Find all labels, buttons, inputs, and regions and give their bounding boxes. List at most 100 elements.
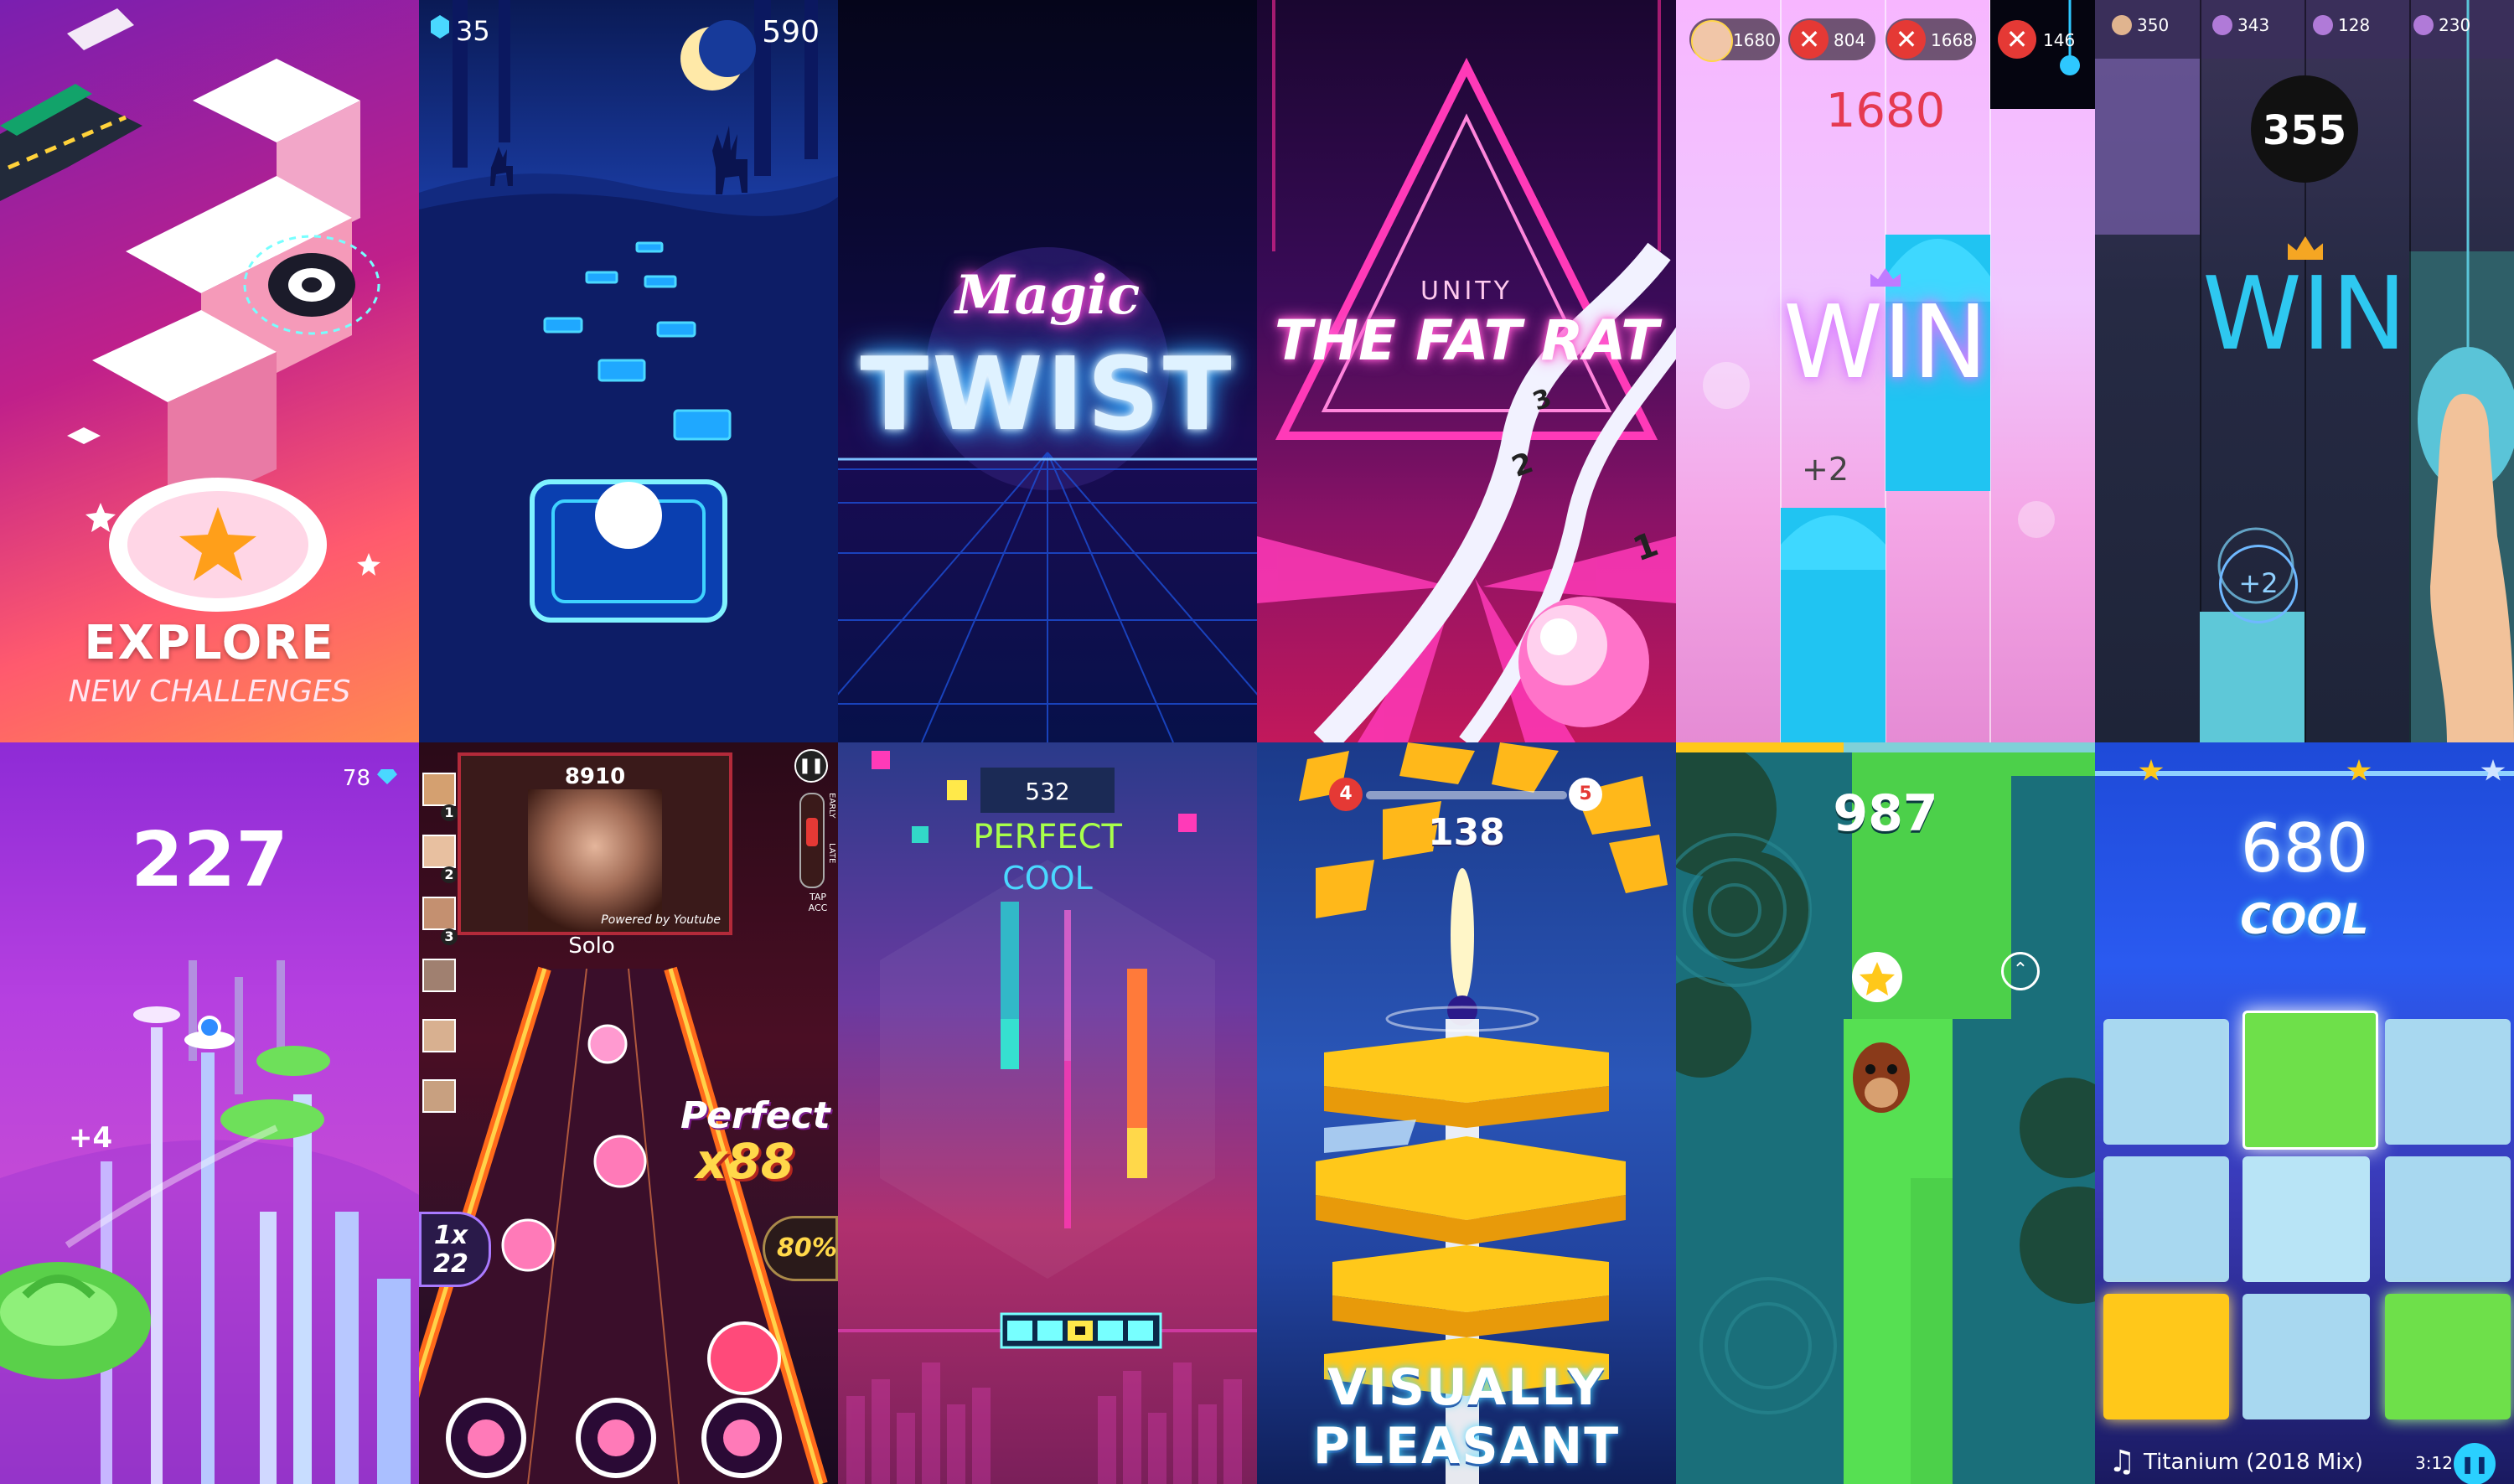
score: 138 <box>1428 811 1505 854</box>
score: 355 <box>2262 107 2347 154</box>
tile-beat-fire: 8910 Powered by Youtube Solo 1 2 3 ❚❚ EA… <box>419 742 838 1484</box>
avatar <box>422 959 456 992</box>
perfect-label: PERFECT <box>973 818 1122 856</box>
close-icon: ✕ <box>1998 20 2036 59</box>
bonus-label: +2 <box>2238 567 2279 599</box>
magic-word: Magic <box>954 264 1141 327</box>
grade-label: COOL <box>2240 895 2369 944</box>
avatar <box>2313 15 2333 35</box>
timing-indicator <box>806 818 818 846</box>
avatar <box>422 773 456 806</box>
player-score: 350 <box>2137 15 2170 35</box>
pleasant-title: PLEASANT <box>1312 1417 1621 1476</box>
pad-active[interactable] <box>2103 1294 2229 1419</box>
cool-label: COOL <box>1002 860 1093 897</box>
level-progress-bar <box>1366 791 1567 799</box>
avatar <box>2112 15 2132 35</box>
video-frame: 8910 Powered by Youtube <box>458 752 732 935</box>
explore-subtitle: NEW CHALLENGES <box>68 675 351 709</box>
visually-title: VISUALLY <box>1327 1358 1606 1417</box>
score: 532 <box>1025 778 1070 805</box>
combo-label: x88 <box>696 1133 795 1190</box>
moon-icon <box>680 20 756 90</box>
tile-piano-dark: 350 343 128 230 355 WIN +2 <box>2095 0 2514 742</box>
multiplier-label: 1x <box>433 1221 468 1250</box>
current-level-badge: 4 <box>1329 778 1363 811</box>
tile-explore: EXPLORE NEW CHALLENGES <box>0 0 419 742</box>
early-label: EARLY <box>827 793 836 819</box>
rank-badge: 2 <box>441 866 458 883</box>
player-score: 1680 <box>1733 30 1776 50</box>
player-chip-4: ✕ 146 <box>1998 18 2085 60</box>
green-path-art <box>1676 742 2095 1484</box>
tile-tiles-hop: 35 590 <box>419 0 838 742</box>
close-icon: ✕ <box>1887 20 1926 59</box>
tile-piano-pink: 1680 ✕ 804 ✕ 1668 ✕ 146 1680 WIN +2 <box>1676 0 2095 742</box>
avatar <box>2413 15 2434 35</box>
pad-active[interactable] <box>2385 1294 2511 1419</box>
fat-rat-title: THE FAT RAT <box>1274 308 1659 373</box>
pad[interactable] <box>2103 1156 2229 1282</box>
song-progress-bar <box>2095 771 2514 776</box>
accuracy-label: 80% <box>777 1233 837 1263</box>
pad[interactable] <box>2385 1156 2511 1282</box>
score: 227 <box>131 816 288 904</box>
player-chip-1: 1680 <box>1689 18 1780 62</box>
late-label: LATE <box>827 843 836 864</box>
score: 590 <box>762 15 820 49</box>
score-badge: 355 <box>2251 75 2358 183</box>
player-score: 128 <box>2338 15 2371 35</box>
twist-title: TWIST <box>860 337 1235 453</box>
tile-candy-jump: 78 227 +4 <box>0 742 419 1484</box>
top-score: 8910 <box>564 764 626 789</box>
avatar <box>1691 20 1733 62</box>
gem-count: 78 <box>342 766 370 791</box>
score: 1680 <box>1825 84 1946 138</box>
pad[interactable] <box>2385 1019 2511 1145</box>
bonus-label: +4 <box>69 1121 113 1155</box>
win-label: WIN <box>1783 285 1988 401</box>
pause-button[interactable]: ❚❚ <box>2454 1443 2496 1484</box>
gem-count: 35 <box>456 15 490 47</box>
chevron-up-icon[interactable]: ⌃ <box>2001 952 2040 990</box>
tile-helix: 4 5 138 VISUALLY PLEASANT <box>1257 742 1676 1484</box>
score: 680 <box>2240 809 2369 887</box>
explore-title: EXPLORE <box>84 616 335 670</box>
score-box: 532 <box>980 768 1115 813</box>
pad[interactable] <box>2242 1294 2370 1419</box>
player-score: 230 <box>2439 15 2471 35</box>
music-note-icon: ♫ <box>2108 1445 2136 1479</box>
pause-button[interactable]: ❚❚ <box>794 749 828 783</box>
tile-fat-rat: UNITY THE FAT RAT 3 2 1 <box>1257 0 1676 742</box>
next-level-badge: 5 <box>1569 778 1602 811</box>
player-chip-3: ✕ 1668 <box>1886 18 1976 60</box>
pad-active[interactable] <box>2242 1011 2378 1150</box>
tile-beat-pads: 680 COOL ♫ Titanium (2018 Mix) 3:12 ❚❚ <box>2095 742 2514 1484</box>
tile-bars: 532 PERFECT COOL <box>838 742 1257 1484</box>
unity-label: UNITY <box>1420 277 1513 306</box>
tap-acc-label: TAP ACC <box>808 892 828 913</box>
song-title: Titanium (2018 Mix) <box>2144 1450 2363 1475</box>
rank-badge: 1 <box>441 804 458 821</box>
player-chip-2: ✕ 804 <box>1788 18 1875 60</box>
timing-meter <box>799 793 825 888</box>
tile-magic-twist: Magic TWIST <box>838 0 1257 742</box>
avatar <box>422 1019 456 1052</box>
song-time: 3:12 <box>2415 1453 2453 1473</box>
multiplier-sub: 22 <box>433 1249 468 1279</box>
pad[interactable] <box>2242 1156 2370 1282</box>
avatar <box>422 1079 456 1113</box>
player-score: 1668 <box>1931 30 1973 50</box>
close-icon: ✕ <box>1790 20 1829 59</box>
win-label: WIN <box>2202 256 2407 373</box>
avatar <box>422 835 456 868</box>
player-score: 146 <box>2043 30 2076 50</box>
score: 987 <box>1833 784 1938 843</box>
video-thumbnail <box>528 789 662 932</box>
accuracy-badge: 80% <box>763 1216 838 1281</box>
bonus-label: +2 <box>1802 451 1849 488</box>
perfect-label: Perfect <box>680 1094 830 1137</box>
pad[interactable] <box>2103 1019 2229 1145</box>
player-score: 804 <box>1834 30 1866 50</box>
multiplier-badge: 1x 22 <box>419 1212 491 1287</box>
